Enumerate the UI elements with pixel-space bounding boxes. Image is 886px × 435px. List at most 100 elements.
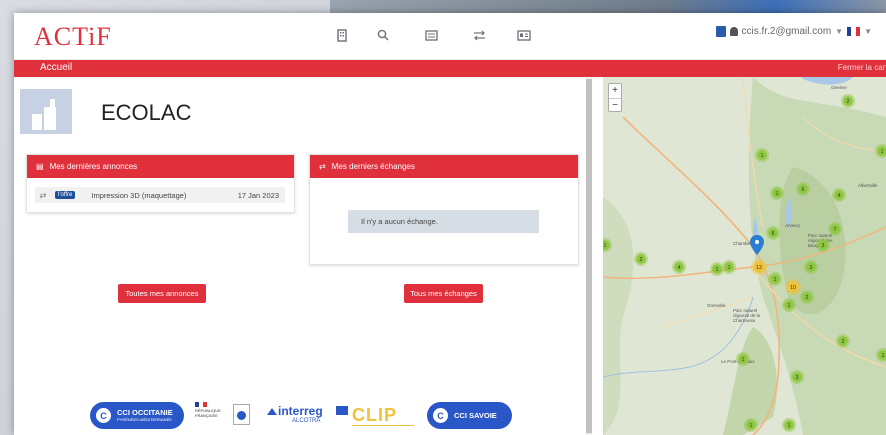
breadcrumb-bar: Accueil Fermer la carte: [14, 60, 886, 77]
scrollbar-thumb[interactable]: [586, 79, 592, 433]
map-cluster-marker[interactable]: 1: [710, 262, 724, 276]
map-cluster-marker[interactable]: 4: [832, 188, 846, 202]
all-ads-button[interactable]: Toutes mes annonces: [118, 284, 206, 303]
partner-logos: C CCI OCCITANIE PYRÉNÉES-MÉDITERRANÉE RÉ…: [14, 401, 592, 435]
content-scrollbar[interactable]: [586, 77, 592, 435]
cluster-count-label: 10: [790, 285, 796, 291]
id-card-icon[interactable]: [516, 27, 532, 43]
map-cluster-marker[interactable]: 1: [744, 418, 758, 432]
cluster-count-label: 2: [640, 257, 643, 263]
building-icon[interactable]: [334, 27, 350, 43]
republique-francaise-logo[interactable]: RÉPUBLIQUE FRANÇAISE: [195, 402, 225, 430]
map-cluster-marker[interactable]: 6: [796, 182, 810, 196]
offer-badge: l'offre: [55, 191, 76, 199]
map-place-label: Albertville: [858, 183, 878, 188]
all-exchanges-button[interactable]: Tous mes échanges: [404, 284, 483, 303]
notebook-icon[interactable]: [715, 26, 726, 37]
cci-savoie-logo[interactable]: C CCI SAVOIE: [427, 402, 512, 429]
ademe-logo[interactable]: [233, 404, 250, 425]
actif-logo[interactable]: ACTiF: [34, 22, 112, 52]
cluster-count-label: 1: [788, 423, 791, 429]
map-cluster-marker[interactable]: 7: [828, 222, 842, 236]
list-icon[interactable]: [423, 27, 439, 43]
cci-occitanie-logo[interactable]: C CCI OCCITANIE PYRÉNÉES-MÉDITERRANÉE: [90, 402, 184, 429]
cluster-count-label: 6: [772, 231, 775, 237]
map-cluster-marker[interactable]: 1: [782, 418, 796, 432]
map-cluster-marker[interactable]: 13: [751, 259, 767, 275]
exchange-icon[interactable]: [471, 27, 487, 43]
latest-exchanges-title: Mes derniers échanges: [331, 162, 415, 171]
background-decoration: [330, 0, 886, 14]
french-flag-icon[interactable]: [847, 27, 861, 36]
map-cluster-marker[interactable]: 2: [634, 252, 648, 266]
alcotra-text: ALCOTRA: [292, 418, 321, 424]
eu-flag-icon: [336, 406, 348, 415]
map-cluster-marker[interactable]: 2: [836, 334, 850, 348]
map-cluster-marker[interactable]: 3: [804, 260, 818, 274]
empty-exchanges-message: Il n'y a aucun échange.: [348, 210, 539, 233]
map-cluster-marker[interactable]: 6: [766, 226, 780, 240]
cluster-count-label: 2: [847, 99, 850, 105]
map-cluster-marker[interactable]: 1: [770, 186, 784, 200]
cci-savoie-text: CCI SAVOIE: [454, 410, 497, 420]
map-place-label: Annecy: [785, 223, 801, 228]
user-menu[interactable]: ccis.fr.2@gmail.com ▼ ▼: [715, 26, 872, 37]
cluster-count-label: 1: [604, 243, 607, 249]
top-navigation: ACTiF ccis.fr.2@gmail.com ▼ ▼: [14, 13, 886, 60]
map-zoom-control[interactable]: + −: [608, 83, 622, 112]
list-icon: ▤: [36, 162, 44, 171]
map-view[interactable]: Genève Annecy Chambéry Grenoble Albertville P…: [603, 77, 886, 435]
zoom-out-button[interactable]: −: [609, 99, 621, 113]
clip-logo[interactable]: CLIP: [352, 403, 418, 429]
cluster-count-label: 1: [788, 303, 791, 309]
cci-occitanie-subtext: PYRÉNÉES-MÉDITERRANÉE: [117, 417, 172, 422]
exchange-icon: ⇄: [319, 162, 326, 171]
cluster-count-label: 7: [834, 227, 837, 233]
map-cluster-marker[interactable]: 10: [785, 279, 801, 295]
cluster-count-label: 3: [796, 375, 799, 381]
cluster-count-label: 13: [756, 265, 762, 271]
map-cluster-marker[interactable]: 1: [755, 148, 769, 162]
latest-ads-title: Mes dernières annonces: [49, 162, 138, 171]
interreg-alcotra-logo[interactable]: interreg ALCOTRA: [264, 404, 354, 430]
search-icon[interactable]: [375, 27, 391, 43]
user-email[interactable]: ccis.fr.2@gmail.com: [742, 26, 832, 37]
app-window: ACTiF ccis.fr.2@gmail.com ▼ ▼ Accueil Fe…: [0, 0, 886, 435]
close-map-link[interactable]: Fermer la carte: [838, 63, 886, 72]
map-cluster-marker[interactable]: 2: [800, 290, 814, 304]
map-cluster-marker[interactable]: 2: [841, 94, 855, 108]
map-canvas[interactable]: GenèveAnnecyChambéryGrenobleAlbertvilleP…: [603, 77, 886, 435]
latest-exchanges-header: ⇄ Mes derniers échanges: [310, 155, 578, 178]
cluster-count-label: 1: [750, 423, 753, 429]
cluster-count-label: 1: [716, 267, 719, 273]
language-chevron-icon[interactable]: ▼: [864, 27, 872, 36]
latest-exchanges-panel: ⇄ Mes derniers échanges Il n'y a aucun é…: [309, 154, 579, 265]
map-cluster-marker[interactable]: 1: [736, 352, 750, 366]
republique-text: RÉPUBLIQUE FRANÇAISE: [195, 408, 221, 418]
map-cluster-marker[interactable]: 1: [768, 272, 782, 286]
browser-page: ACTiF ccis.fr.2@gmail.com ▼ ▼ Accueil Fe…: [14, 13, 886, 435]
clip-text: CLIP: [352, 405, 398, 425]
map-cluster-marker[interactable]: 3: [790, 370, 804, 384]
cluster-count-label: 1: [882, 353, 885, 359]
cluster-count-label: 6: [802, 187, 805, 193]
zoom-in-button[interactable]: +: [609, 84, 621, 98]
map-cluster-marker[interactable]: 1: [782, 298, 796, 312]
chevron-down-icon[interactable]: ▼: [835, 27, 843, 36]
cluster-count-label: 4: [838, 193, 841, 199]
interreg-text: interreg: [278, 404, 323, 418]
ad-title[interactable]: Impression 3D (maquettage): [91, 191, 237, 200]
cluster-count-label: 1: [742, 357, 745, 363]
map-place-label: Grenoble: [707, 303, 726, 308]
user-icon: [729, 27, 738, 36]
cluster-count-label: 2: [842, 339, 845, 345]
map-cluster-marker[interactable]: 3: [816, 238, 830, 252]
cluster-count-label: 4: [678, 265, 681, 271]
breadcrumb-home[interactable]: Accueil: [40, 62, 72, 73]
cci-occitanie-text: CCI OCCITANIE: [117, 408, 173, 417]
map-cluster-marker[interactable]: 1: [722, 260, 736, 274]
map-cluster-marker[interactable]: 4: [672, 260, 686, 274]
cluster-count-label: 1: [776, 191, 779, 197]
company-dashboard: ECOLAC ▤ Mes dernières annonces ⇄ l'offr…: [14, 77, 592, 435]
ad-list-item[interactable]: ⇄ l'offre Impression 3D (maquettage) 17 …: [35, 187, 285, 203]
